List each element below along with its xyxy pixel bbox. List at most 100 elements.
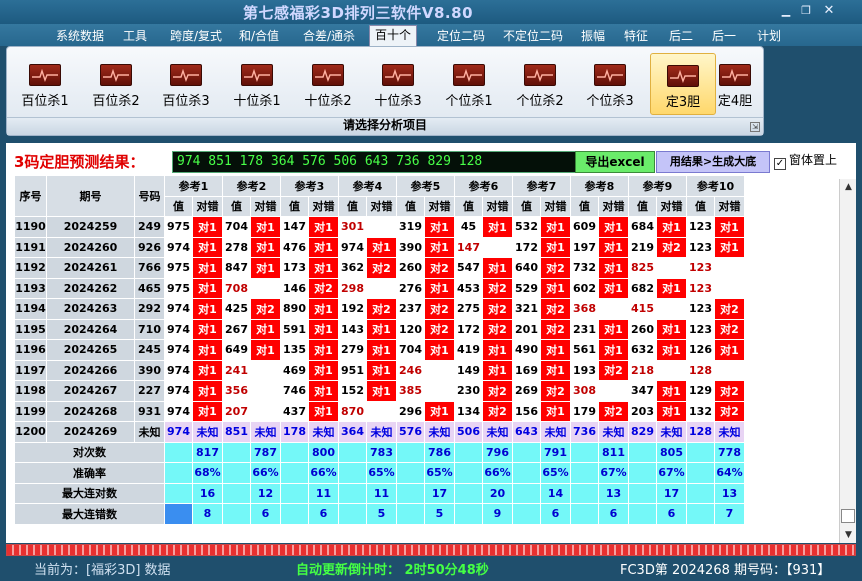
cell-result <box>366 400 397 422</box>
generate-base-button[interactable]: 用结果>生成大底 <box>656 151 770 173</box>
menu-item-11[interactable]: 后一 <box>709 27 739 45</box>
pending-row[interactable]: 1200 2024269 未知 974 未知 851 未知 178 未知 364 未知 576 未知 50… <box>14 421 745 443</box>
ribbon-launcher-icon[interactable]: ⇲ <box>750 122 760 132</box>
pulse-chart-icon <box>100 64 132 86</box>
cell-result: 对1 <box>656 400 687 422</box>
pending-status: 未知 <box>598 421 629 443</box>
close-button[interactable]: ✕ <box>818 3 840 19</box>
pending-value: 576 <box>396 421 425 443</box>
cell-result: 对2 <box>250 298 281 320</box>
cell-value: 561 <box>570 339 599 361</box>
pulse-chart-icon <box>29 64 61 86</box>
cell-value: 951 <box>338 359 367 381</box>
table-row[interactable]: 1195 2024264 710 974 对1 267 对1 591 对1 143 对1 120 对2 1… <box>14 318 745 340</box>
table-row[interactable]: 1191 2024260 926 974 对1 278 对1 476 对1 974 对1 390 对1 1… <box>14 236 745 258</box>
table-row[interactable]: 1190 2024259 249 975 对1 704 对1 147 对1 301 319 对1 45 对… <box>14 216 745 238</box>
tool-button-10[interactable]: 定4胆 <box>709 53 761 115</box>
table-row[interactable]: 1198 2024267 227 974 对1 356 746 对1 152 对1 385 230 对2… <box>14 380 745 402</box>
col-header-ref: 参考10 <box>686 175 745 197</box>
stats-value: 778 <box>714 441 745 463</box>
cell-value: 128 <box>686 359 715 381</box>
prediction-result-field[interactable]: 974 851 178 364 576 506 643 736 829 128 <box>172 151 580 173</box>
stats-value: 6 <box>250 503 281 525</box>
stats-spacer <box>164 441 193 463</box>
menu-item-10[interactable]: 后二 <box>666 27 696 45</box>
pulse-chart-icon <box>524 64 556 86</box>
tool-button-4[interactable]: 十位杀2 <box>295 53 361 115</box>
menu-item-7[interactable]: 不定位二码 <box>498 27 568 45</box>
stats-spacer <box>280 503 309 525</box>
stats-value: 17 <box>424 482 455 504</box>
menu-item-6[interactable]: 定位二码 <box>429 27 493 45</box>
cell-value: 532 <box>512 216 541 238</box>
table-row[interactable]: 1193 2024262 465 975 对1 708 146 对2 298 276 对1 453 对2… <box>14 277 745 299</box>
cell-result: 对1 <box>366 236 397 258</box>
cell-result: 对1 <box>540 236 571 258</box>
table-row[interactable]: 1192 2024261 766 975 对1 847 对1 173 对1 362 对2 260 对2 5… <box>14 257 745 279</box>
export-excel-button[interactable]: 导出excel <box>575 151 655 173</box>
tool-button-9[interactable]: 定3胆 <box>650 53 716 115</box>
cell-value: 704 <box>396 339 425 361</box>
cell-value: 296 <box>396 400 425 422</box>
stats-spacer <box>454 462 483 484</box>
stats-value: 67% <box>598 462 629 484</box>
tool-button-7[interactable]: 个位杀2 <box>507 53 573 115</box>
menu-item-8[interactable]: 振幅 <box>578 27 608 45</box>
window-topmost-checkbox[interactable]: ✓ 窗体置上 <box>774 151 837 171</box>
cell-value: 609 <box>570 216 599 238</box>
menu-item-1[interactable]: 工具 <box>120 27 150 45</box>
cell-result: 对1 <box>424 236 455 258</box>
menu-item-4[interactable]: 合差/通杀 <box>299 27 359 45</box>
cell-value: 123 <box>686 298 715 320</box>
menu-item-9[interactable]: 特征 <box>621 27 651 45</box>
maximize-button[interactable]: ❐ <box>795 3 817 19</box>
row-seq: 1195 <box>14 318 47 340</box>
cell-result: 对2 <box>714 400 745 422</box>
cell-value: 469 <box>280 359 309 381</box>
tool-button-1[interactable]: 百位杀2 <box>83 53 149 115</box>
table-scrollbar[interactable]: ▲ ▼ <box>839 179 856 543</box>
cell-value: 390 <box>396 236 425 258</box>
cell-value: 649 <box>222 339 251 361</box>
cell-value: 415 <box>628 298 657 320</box>
sub-header-result: 对错 <box>598 195 629 217</box>
menu-item-3[interactable]: 和/合值 <box>236 27 282 45</box>
menu-item-2[interactable]: 跨度/复式 <box>163 27 229 45</box>
stats-spacer <box>686 462 715 484</box>
table-row[interactable]: 1197 2024266 390 974 对1 241 469 对1 951 对1 246 149 对1… <box>14 359 745 381</box>
menu-item-5[interactable]: 百十个 <box>369 25 417 46</box>
table-row[interactable]: 1199 2024268 931 974 对1 207 437 对1 870 296 对1 134 对2… <box>14 400 745 422</box>
tool-label: 百位杀1 <box>21 94 69 109</box>
stats-spacer <box>280 482 309 504</box>
stats-value: 786 <box>424 441 455 463</box>
stats-spacer <box>454 482 483 504</box>
row-seq: 1190 <box>14 216 47 238</box>
tool-button-2[interactable]: 百位杀3 <box>153 53 219 115</box>
scroll-thumb[interactable] <box>841 509 855 523</box>
sub-header-result: 对错 <box>424 195 455 217</box>
scroll-up-icon[interactable]: ▲ <box>840 179 857 195</box>
cell-value: 279 <box>338 339 367 361</box>
cell-value: 974 <box>164 339 193 361</box>
tool-button-3[interactable]: 十位杀1 <box>224 53 290 115</box>
table-row[interactable]: 1194 2024263 292 974 对1 425 对2 890 对1 192 对2 237 对2 2… <box>14 298 745 320</box>
cell-result: 对1 <box>308 359 339 381</box>
tool-button-0[interactable]: 百位杀1 <box>12 53 78 115</box>
menu-item-0[interactable]: 系统数据 <box>52 27 108 45</box>
tool-button-8[interactable]: 个位杀3 <box>577 53 643 115</box>
pending-status: 未知 <box>540 421 571 443</box>
row-seq: 1198 <box>14 380 47 402</box>
tool-button-6[interactable]: 个位杀1 <box>436 53 502 115</box>
stats-value: 67% <box>656 462 687 484</box>
cell-result: 对1 <box>308 339 339 361</box>
menu-item-12[interactable]: 计划 <box>754 27 784 45</box>
row-period: 2024267 <box>46 380 135 402</box>
scroll-down-icon[interactable]: ▼ <box>840 527 857 543</box>
stats-spacer <box>454 441 483 463</box>
tool-button-5[interactable]: 十位杀3 <box>365 53 431 115</box>
pending-status: 未知 <box>308 421 339 443</box>
pending-status: 未知 <box>192 421 223 443</box>
stats-spacer <box>512 441 541 463</box>
minimize-button[interactable]: ▁ <box>775 3 797 19</box>
table-row[interactable]: 1196 2024265 245 974 对1 649 对1 135 对1 279 对1 704 对1 4… <box>14 339 745 361</box>
